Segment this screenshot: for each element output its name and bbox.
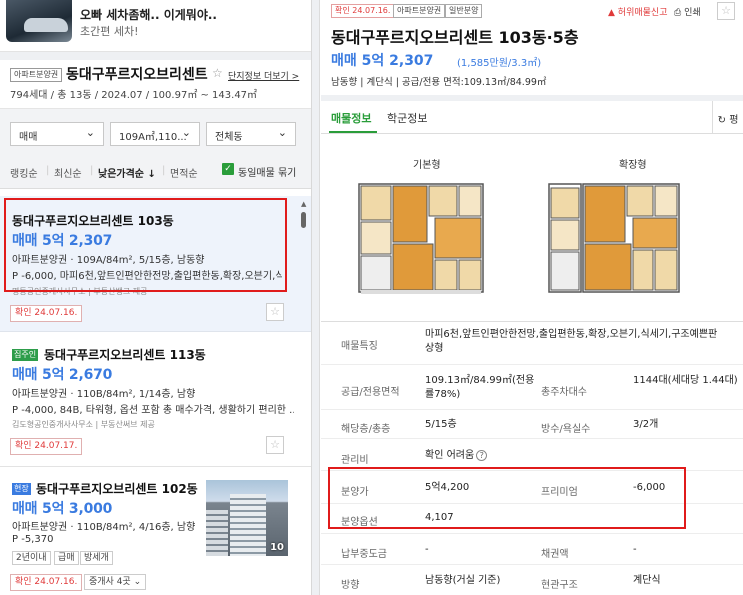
favorite-star-icon[interactable]: ☆ [266,436,284,454]
group-same-checkbox[interactable]: ✓ [222,163,234,175]
page-title: 동대구푸르지오브리센트 103동·5층 [331,28,579,47]
complex-info-link[interactable]: 단지정보 더보기 > [228,69,299,82]
floorplan-extended-label: 확장형 [619,160,647,171]
bond-label: 채권액 [541,549,569,560]
listing-features: P -5,370 [12,534,54,545]
parking-label: 총주차대수 [541,387,587,398]
complex-summary: 794세대 / 총 13동 / 2024.07 / 100.97㎡ ~ 143.… [10,90,258,101]
favorite-star-icon[interactable]: ☆ [717,2,735,20]
detail-panel: 확인 24.07.16. 아파트분양권 일반분양 ▲ 허위매물신고 ⎙ 인쇄 ☆… [321,0,743,595]
confirm-date-badge: 확인 24.07.16. [10,574,83,591]
ad-subtitle: 초간편 세차! [80,25,139,38]
paid-installment-label: 납부중도금 [341,549,387,560]
listing-price: 매매 5억 2,670 [12,367,113,383]
print-icon: ⎙ [674,8,682,18]
complex-type-tag: 아파트분양권 [10,68,63,82]
floorplan-basic-label: 기본형 [413,160,441,171]
area-value: 109.13㎡/84.99㎡(전용률78%) [425,375,535,400]
features-value: 마피6천,앞트인편안한전망,출입편한동,확장,오븐기,식세기,구조예쁜판상형 [425,329,718,354]
group-same-label[interactable]: 동일매물 묶기 [238,164,296,179]
rooms-value: 3/2개 [633,419,659,430]
ad-title[interactable]: 오빠 세차좀해.. 이게뭐야.. [80,6,217,23]
bond-value: - [633,544,637,555]
onsite-badge: 현장 [12,483,31,495]
tab-listing-info[interactable]: 매물정보 [331,110,371,126]
help-icon[interactable]: ? [476,450,488,461]
entrance-label: 현관구조 [541,580,578,591]
listing-title[interactable]: 동대구푸르지오브리센트 113동 [44,346,206,363]
tag-chip: 급매 [54,551,79,565]
mgmt-fee-value: 확인 어려움? [425,449,488,463]
chevron-down-icon: ⌄ [181,126,191,139]
type-tag: 아파트분양권 [393,4,446,18]
report-button[interactable]: ▲ 허위매물신고 [608,5,667,18]
detail-price: 매매 5억 2,307 [331,53,434,69]
price-per-area: (1,585만원/3.3㎡) [457,58,542,69]
listing-photo[interactable]: 10 [206,480,288,556]
mgmt-fee-label: 관리비 [341,455,369,466]
features-label: 매물특징 [341,341,378,352]
ad-image [6,0,72,42]
confirm-date-badge: 확인 24.07.16. [10,305,83,322]
dong-select[interactable]: 전체동 ⌄ [206,122,296,146]
tag-chip: 2년이내 [12,551,51,565]
favorite-star-icon[interactable]: ☆ [266,303,284,321]
listing-price: 매매 5억 3,000 [12,501,113,517]
mgmt-fee-text: 확인 어려움 [425,450,475,461]
highlight-box [328,467,686,529]
area-label: 공급/전용면적 [341,387,400,398]
owner-badge: 집주인 [12,349,39,361]
parking-value: 1144대(세대당 1.44대) [633,375,738,386]
print-button[interactable]: ⎙ 인쇄 [674,5,701,18]
sale-type-tag: 일반분양 [445,4,483,18]
tab-school-info[interactable]: 학군정보 [387,110,427,126]
direction-label: 방향 [341,580,360,591]
chevron-down-icon: ⌄ [85,126,95,139]
paid-installment-value: - [425,544,429,555]
unit-label: 평 [729,115,739,126]
complex-name: 동대구푸르지오브리센트 [66,67,208,83]
listing-panel: 오빠 세차좀해.. 이게뭐야.. 초간편 세차! 아파트분양권 동대구푸르지오브… [0,0,312,595]
print-label: 인쇄 [684,8,701,18]
direction-value: 남동향(거실 기준) [425,575,501,586]
siren-icon: ▲ [608,8,615,18]
floor-value: 5/15층 [425,419,457,430]
photo-count: 10 [270,542,284,553]
floorplan-basic-image[interactable] [351,178,491,298]
trade-type-select[interactable]: 매매 ⌄ [10,122,104,146]
separator-band [0,52,311,60]
report-label: 허위매물신고 [617,8,668,18]
dong-value: 전체동 [215,132,243,143]
listing-spec: 아파트분양권 · 110B/84m², 4/16층, 남향 [12,522,196,533]
sort-latest[interactable]: 최신순 [54,165,82,180]
trade-type-value: 매매 [19,132,38,143]
confirm-date-badge: 확인 24.07.17. [10,438,83,455]
listing-features: P -4,000, 84B, 타워형, 옵션 포함 총 매수가격, 생활하기 편… [12,405,294,416]
confirm-tag: 확인 24.07.16. [331,4,395,18]
tag-chip: 방세개 [80,551,113,565]
sort-area[interactable]: 면적순 [170,165,198,180]
ad-banner[interactable]: 오빠 세차좀해.. 이게뭐야.. 초간편 세차! [0,0,311,52]
floor-label: 해당층/총층 [341,424,391,435]
listing-title[interactable]: 동대구푸르지오브리센트 102동 [36,480,198,497]
listing-agent: 김도형공인중개사사무소 | 부동산써브 제공 [12,420,155,429]
rooms-label: 방수/욕실수 [541,424,591,435]
refresh-icon: ↻ [717,115,726,126]
scrollbar-thumb[interactable] [301,212,306,228]
chevron-down-icon: ⌄ [277,126,287,139]
sort-low-price[interactable]: 낮은가격순 ↓ [98,165,156,180]
agents-dropdown[interactable]: 중개사 4곳 ⌄ [84,574,147,590]
sort-ranking[interactable]: 랭킹순 [10,165,38,180]
floorplan-extended-image[interactable] [543,178,683,298]
highlight-box [4,198,287,292]
entrance-value: 계단식 [633,575,661,586]
listing-spec: 아파트분양권 · 110B/84m², 1/14층, 남향 [12,389,196,400]
area-select[interactable]: 109A㎡,110... ⌄ [110,122,200,146]
unit-toggle-button[interactable]: ↻ 평 [712,101,743,134]
detail-summary: 남동향 | 계단식 | 공급/전용 면적:109.13㎡/84.99㎡ [331,77,547,88]
scroll-up-icon[interactable]: ▲ [301,200,306,208]
area-value: 109A㎡,110... [119,132,187,143]
favorite-star-icon[interactable]: ☆ [212,66,223,80]
panel-divider[interactable] [312,0,320,595]
